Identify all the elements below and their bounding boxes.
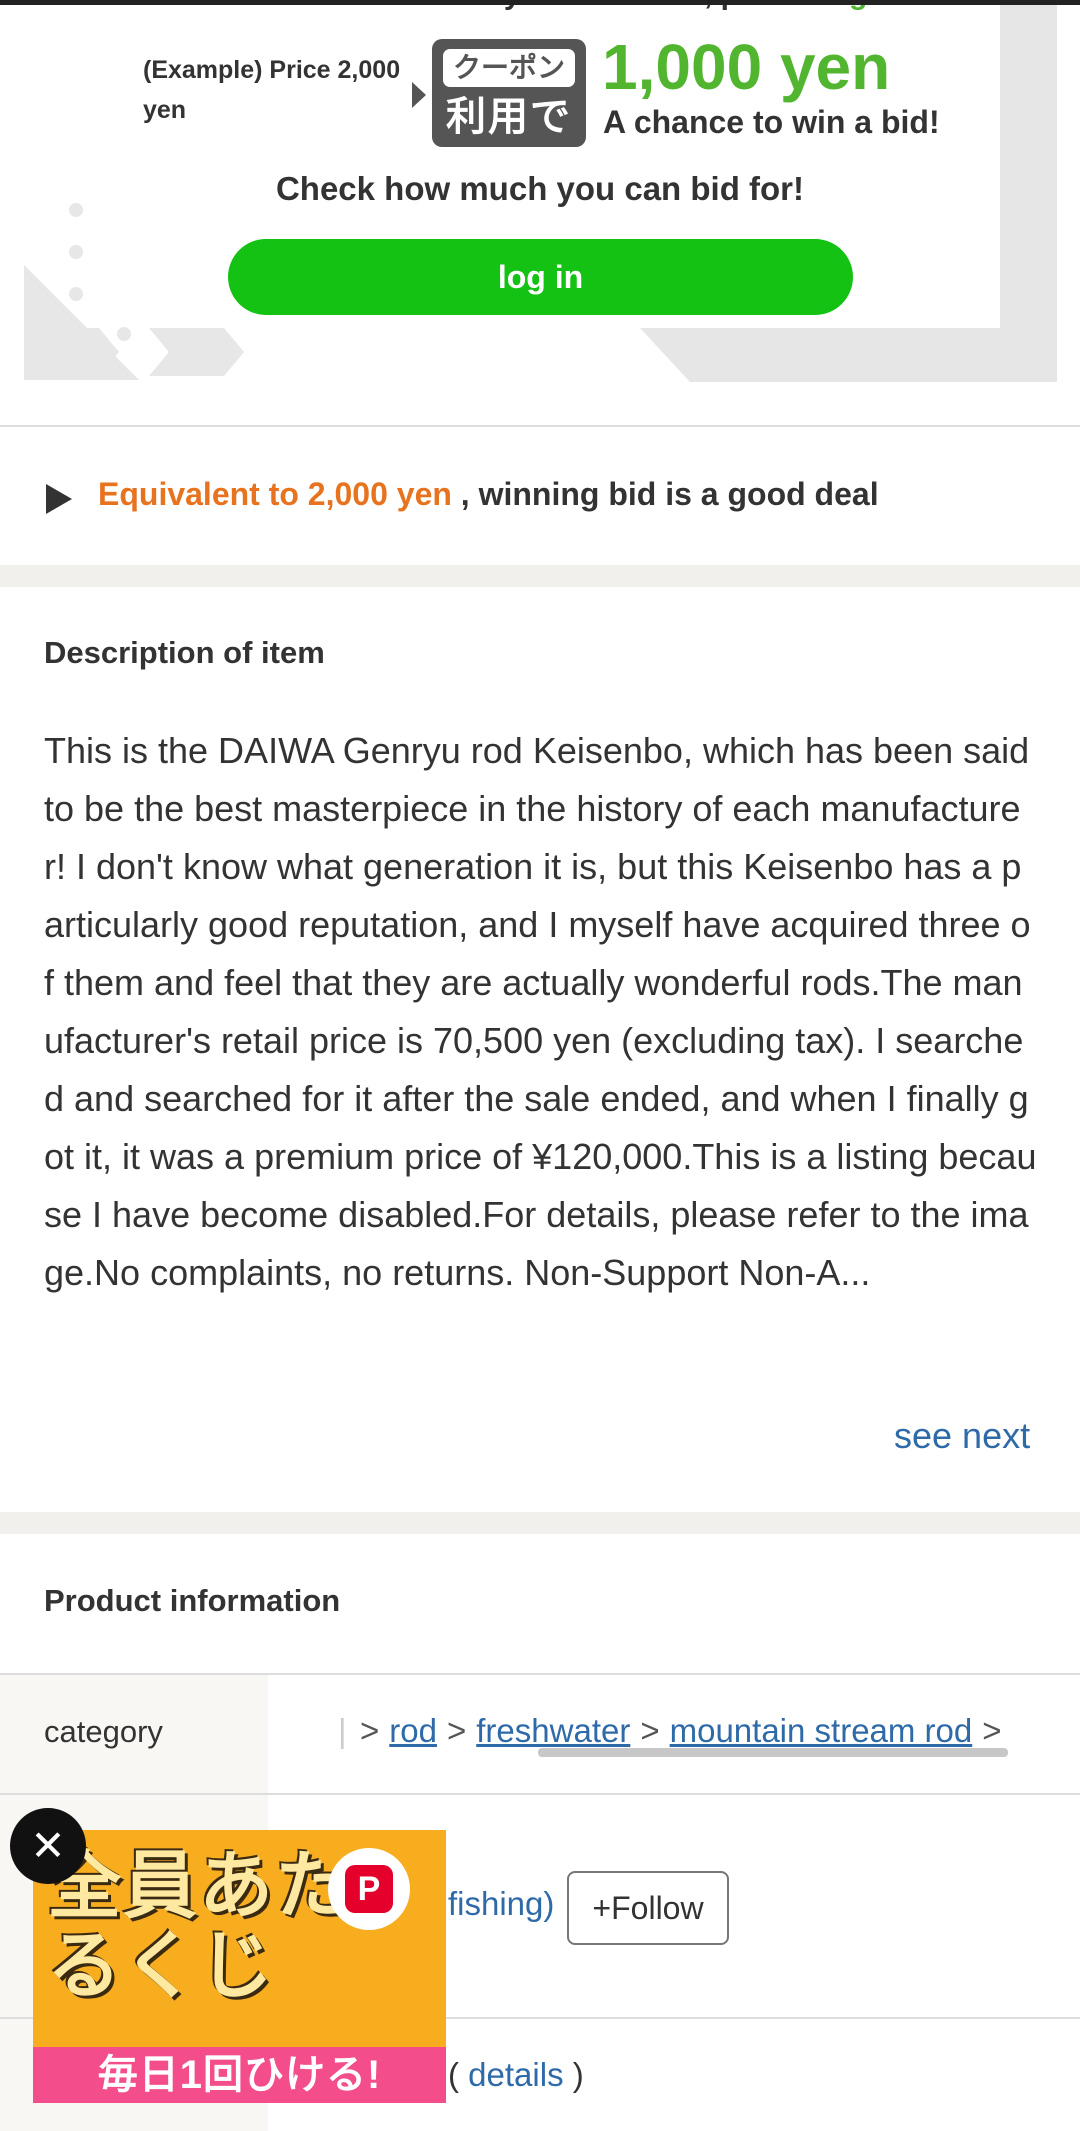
category-link-mountain-stream-rod[interactable]: mountain stream rod [670, 1712, 973, 1749]
details-row: ( details ) [448, 2056, 584, 2094]
breadcrumb-separator: > [446, 1712, 467, 1749]
category-label: category [44, 1714, 163, 1749]
coupon-badge-label: クーポン [443, 49, 575, 87]
deal-highlight: Equivalent to 2,000 yen [98, 476, 452, 512]
ad-title: 全員あたるくじ [47, 1844, 351, 2007]
description-heading: Description of item [44, 635, 325, 670]
product-info-heading: Product information [44, 1583, 341, 1618]
details-link[interactable]: details [468, 2056, 563, 2093]
breadcrumb-separator: > [982, 1712, 1002, 1749]
discounted-price: 1,000 yen [602, 31, 891, 103]
pointer-arrow-icon [412, 82, 426, 108]
category-link-freshwater[interactable]: freshwater [476, 1712, 630, 1749]
bid-chance-text: A chance to win a bid! [603, 104, 940, 140]
follow-button[interactable]: +Follow [567, 1871, 729, 1945]
deal-text[interactable]: Equivalent to 2,000 yen , winning bid is… [98, 476, 879, 513]
description-body: This is the DAIWA Genryu rod Keisenbo, w… [44, 730, 1037, 1293]
breadcrumb-separator: > [640, 1712, 660, 1749]
paren-close: ) [563, 2056, 584, 2093]
seller-link[interactable]: fishing) [448, 1885, 554, 1923]
breadcrumb-separator: > [360, 1712, 380, 1749]
login-button[interactable]: log in [228, 239, 853, 315]
category-fade-edge: | [338, 1712, 347, 1749]
check-bid-text: Check how much you can bid for! [275, 170, 805, 207]
paren-open: ( [448, 2056, 469, 2093]
section-separator [0, 1512, 1080, 1534]
category-scrollbar[interactable] [538, 1748, 1008, 1757]
see-next-link[interactable]: see next [894, 1415, 1030, 1457]
close-icon[interactable]: ✕ [10, 1808, 86, 1884]
section-separator [0, 565, 1080, 587]
lottery-ad-banner[interactable]: 毎日1回ひける! 全員あたるくじ P [33, 1830, 446, 2103]
deal-rest: , winning bid is a good deal [451, 476, 879, 512]
paypay-logo-icon: P [345, 1865, 393, 1913]
decorative-arrows [24, 203, 244, 380]
example-price: (Example) Price 2,000 yen [143, 56, 401, 124]
play-triangle-icon [46, 484, 72, 514]
top-edge-bar [0, 0, 1080, 5]
promo-section: Yahoo! Auctions. If this is your first t… [0, 0, 1080, 425]
ad-daily-text: 毎日1回ひける! [97, 2053, 382, 2097]
coupon-badge-caption: 利用で [446, 95, 572, 139]
promo-background-strip [640, 328, 1057, 382]
category-link-rod[interactable]: rod [389, 1712, 437, 1749]
category-breadcrumb[interactable]: > rod > freshwater > mountain stream rod > [350, 1712, 1012, 1750]
